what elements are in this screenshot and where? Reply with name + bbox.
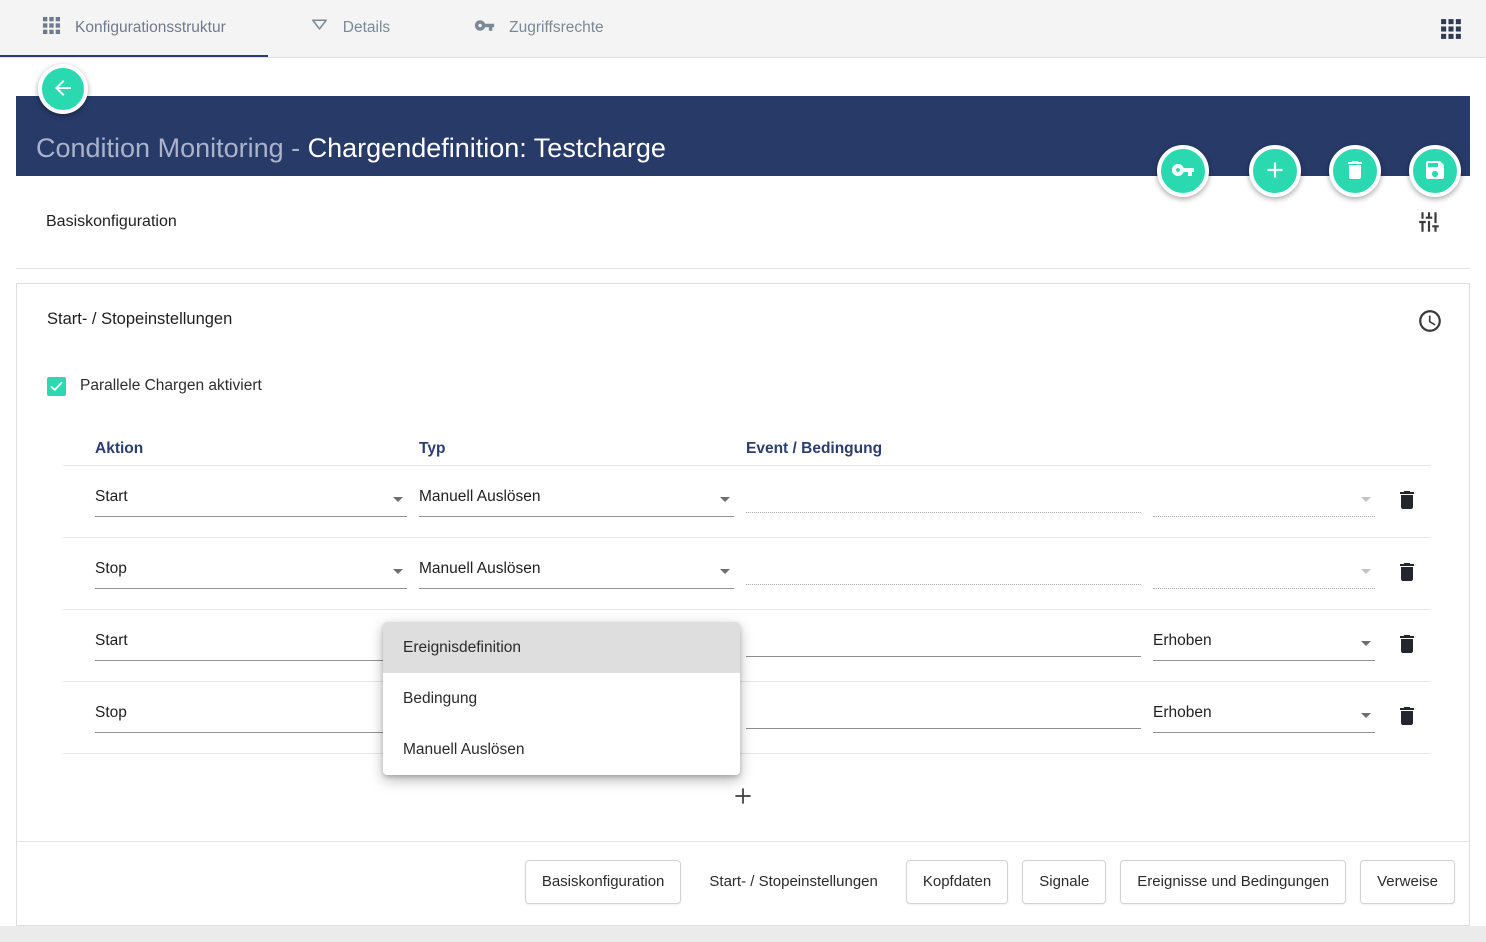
- save-fab[interactable]: [1409, 145, 1461, 197]
- key-icon: [474, 15, 495, 41]
- page-title-main: Chargendefinition: Testcharge: [308, 133, 666, 163]
- section-title: Start- / Stopeinstellungen: [47, 308, 232, 330]
- typ-select[interactable]: Manuell Auslösen: [419, 559, 734, 589]
- chevron-down-icon: [393, 497, 403, 502]
- tab-label: Zugriffsrechte: [509, 19, 603, 37]
- dropdown-option-ereignisdefinition[interactable]: Ereignisdefinition: [383, 622, 740, 673]
- tab-label: Konfigurationsstruktur: [75, 19, 226, 37]
- trash-icon: [1395, 560, 1419, 587]
- trash-icon: [1343, 158, 1367, 185]
- nav-signale-button[interactable]: Signale: [1022, 860, 1106, 904]
- add-row-button[interactable]: [730, 783, 756, 812]
- tab-konfigurationsstruktur[interactable]: Konfigurationsstruktur: [0, 0, 268, 57]
- plus-icon: [1262, 157, 1288, 186]
- delete-fab[interactable]: [1329, 145, 1381, 197]
- key-icon: [1171, 158, 1195, 185]
- app-window: Konfigurationsstruktur Details Zugriffsr…: [0, 0, 1486, 942]
- table-row: Start Erhoben: [63, 610, 1431, 682]
- chevron-down-icon: [720, 569, 730, 574]
- nav-kopfdaten-button[interactable]: Kopfdaten: [906, 860, 1008, 904]
- event-bedingung-field[interactable]: [746, 563, 1141, 585]
- checkbox-checked-icon: [47, 377, 66, 396]
- chevron-down-icon: [1361, 497, 1371, 502]
- fab-toolbar: [1129, 145, 1461, 197]
- grid-icon: [42, 16, 61, 40]
- page-title-prefix: Condition Monitoring -: [36, 133, 308, 163]
- table-row: Stop Erhoben: [63, 682, 1431, 754]
- trash-icon: [1395, 488, 1419, 515]
- back-button[interactable]: [38, 64, 88, 114]
- extra-select[interactable]: [1153, 559, 1375, 589]
- tab-label: Details: [343, 19, 390, 37]
- column-header-typ: Typ: [419, 440, 734, 458]
- tab-zugriffsrechte[interactable]: Zugriffsrechte: [432, 0, 645, 57]
- extra-select[interactable]: Erhoben: [1153, 703, 1375, 733]
- extra-value: Erhoben: [1153, 631, 1212, 651]
- table-row: Stop Manuell Auslösen: [63, 538, 1431, 610]
- aktion-value: Start: [95, 631, 128, 651]
- delete-row-button[interactable]: [1387, 704, 1427, 731]
- sliders-icon[interactable]: [1416, 209, 1442, 235]
- start-stop-table: Aktion Typ Event / Bedingung Start Manue…: [63, 440, 1431, 754]
- column-header-event: Event / Bedingung: [746, 440, 1141, 458]
- aktion-select[interactable]: Start: [95, 631, 407, 661]
- add-fab[interactable]: [1249, 145, 1301, 197]
- delete-row-button[interactable]: [1387, 488, 1427, 515]
- aktion-select[interactable]: Stop: [95, 703, 407, 733]
- typ-value: Manuell Auslösen: [419, 559, 541, 579]
- funnel-icon: [310, 16, 329, 40]
- typ-dropdown-menu: Ereignisdefinition Bedingung Manuell Aus…: [383, 622, 740, 775]
- dropdown-option-bedingung[interactable]: Bedingung: [383, 673, 740, 724]
- aktion-value: Stop: [95, 559, 127, 579]
- table-row: Start Manuell Auslösen: [63, 466, 1431, 538]
- nav-ereignisse-und-bedingungen-button[interactable]: Ereignisse und Bedingungen: [1120, 860, 1346, 904]
- chevron-down-icon: [1361, 641, 1371, 646]
- parallel-charges-checkbox[interactable]: Parallele Chargen aktiviert: [47, 376, 1439, 396]
- save-icon: [1423, 158, 1447, 185]
- arrow-left-icon: [51, 76, 75, 103]
- add-row-area: [17, 754, 1469, 841]
- aktion-value: Stop: [95, 703, 127, 723]
- extra-select[interactable]: Erhoben: [1153, 631, 1375, 661]
- bottom-strip: [0, 926, 1486, 942]
- extra-select[interactable]: [1153, 487, 1375, 517]
- clock-icon[interactable]: [1417, 308, 1443, 334]
- typ-value: Manuell Auslösen: [419, 487, 541, 507]
- tab-details[interactable]: Details: [268, 0, 432, 57]
- basiskonfiguration-label: Basiskonfiguration: [46, 213, 177, 231]
- checkbox-label: Parallele Chargen aktiviert: [80, 377, 262, 395]
- nav-basiskonfiguration-button[interactable]: Basiskonfiguration: [525, 860, 682, 904]
- nav-verweise-button[interactable]: Verweise: [1360, 860, 1455, 904]
- extra-value: Erhoben: [1153, 703, 1212, 723]
- column-header-aktion: Aktion: [95, 440, 407, 458]
- aktion-select[interactable]: Stop: [95, 559, 407, 589]
- access-rights-fab[interactable]: [1157, 145, 1209, 197]
- page-title: Condition Monitoring - Chargendefinition…: [36, 133, 666, 164]
- section-nav-footer: Basiskonfiguration Start- / Stopeinstell…: [17, 841, 1469, 921]
- chevron-down-icon: [393, 569, 403, 574]
- card-title-row: Start- / Stopeinstellungen: [17, 284, 1469, 334]
- chevron-down-icon: [720, 497, 730, 502]
- chevron-down-icon: [1361, 569, 1371, 574]
- dropdown-option-manuell-auslösen[interactable]: Manuell Auslösen: [383, 724, 740, 775]
- apps-grid-icon[interactable]: [1440, 18, 1462, 40]
- delete-row-button[interactable]: [1387, 560, 1427, 587]
- aktion-select[interactable]: Start: [95, 487, 407, 517]
- plus-icon: [730, 783, 756, 812]
- table-header-row: Aktion Typ Event / Bedingung: [63, 440, 1431, 466]
- delete-row-button[interactable]: [1387, 632, 1427, 659]
- start-stop-card: Start- / Stopeinstellungen Parallele Cha…: [16, 283, 1470, 926]
- aktion-value: Start: [95, 487, 128, 507]
- event-bedingung-field[interactable]: [746, 491, 1141, 513]
- chevron-down-icon: [1361, 713, 1371, 718]
- event-bedingung-field[interactable]: [746, 707, 1141, 729]
- typ-select[interactable]: Manuell Auslösen: [419, 487, 734, 517]
- trash-icon: [1395, 632, 1419, 659]
- event-bedingung-field[interactable]: [746, 635, 1141, 657]
- top-tab-bar: Konfigurationsstruktur Details Zugriffsr…: [0, 0, 1486, 58]
- trash-icon: [1395, 704, 1419, 731]
- nav-start-stopeinstellungen-button[interactable]: Start- / Stopeinstellungen: [695, 860, 891, 904]
